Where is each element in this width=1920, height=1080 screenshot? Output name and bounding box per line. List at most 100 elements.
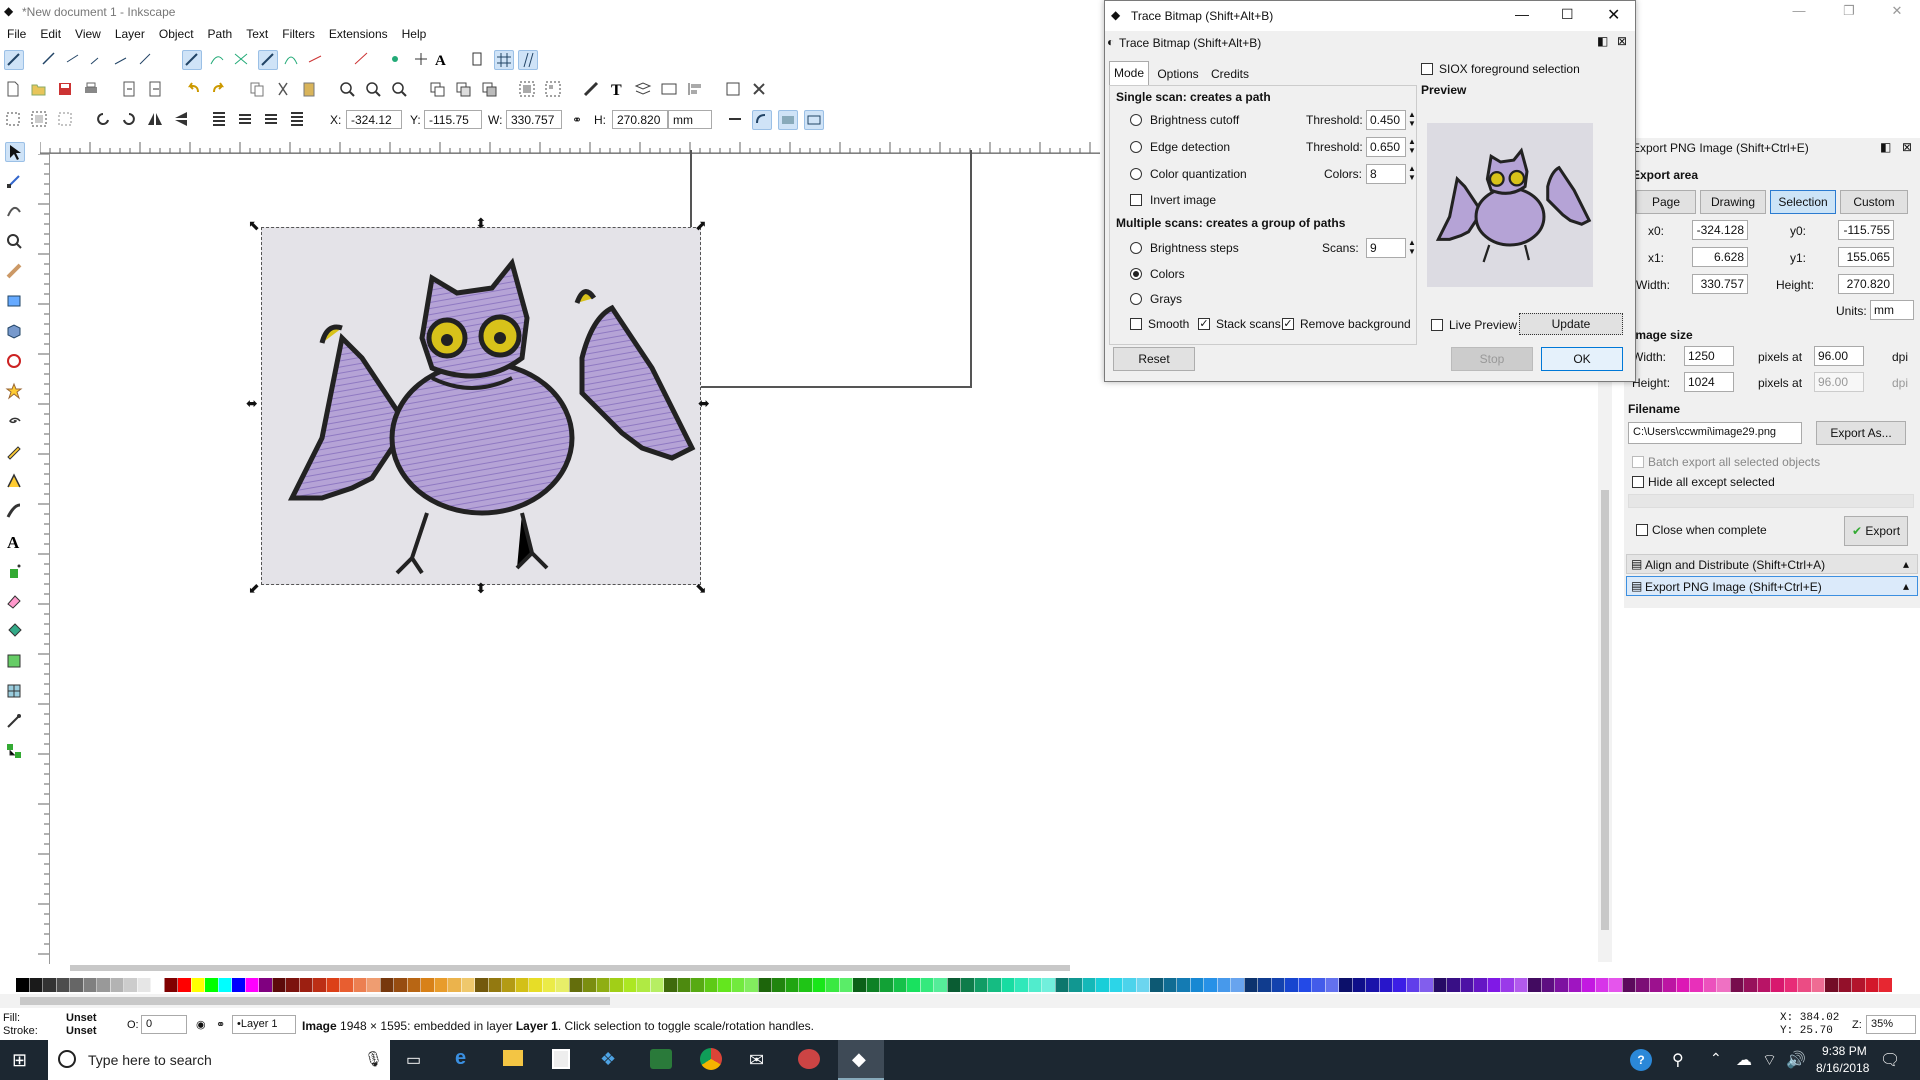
palette-swatch[interactable] — [286, 978, 299, 992]
palette-swatch[interactable] — [1109, 978, 1123, 992]
document-properties-icon[interactable] — [724, 80, 744, 100]
stack-scans-checkbox[interactable]: ✓ — [1198, 318, 1210, 330]
palette-swatch[interactable] — [1258, 978, 1271, 992]
xml-editor-icon[interactable] — [660, 80, 680, 100]
palette-swatch[interactable] — [880, 978, 893, 992]
preferences-icon[interactable] — [750, 80, 770, 100]
palette-swatch[interactable] — [772, 978, 785, 992]
palette-swatch[interactable] — [1460, 978, 1474, 992]
palette-swatch[interactable] — [1177, 978, 1190, 992]
palette-swatch[interactable] — [664, 978, 677, 992]
people-icon[interactable]: ⚲ — [1672, 1050, 1684, 1070]
snap-object-center-icon[interactable] — [352, 50, 372, 70]
palette-swatch[interactable] — [974, 978, 988, 992]
palette-swatch[interactable] — [677, 978, 691, 992]
import-icon[interactable] — [120, 80, 140, 100]
snap-grid-icon[interactable] — [494, 50, 514, 70]
trace-maximize-button[interactable]: ☐ — [1561, 6, 1574, 23]
deselect-icon[interactable] — [56, 110, 76, 130]
export-tab-drawing[interactable]: Drawing — [1700, 190, 1766, 214]
palette-swatch[interactable] — [1217, 978, 1231, 992]
palette-swatch[interactable] — [961, 978, 974, 992]
menu-object[interactable]: Object — [152, 24, 201, 41]
tweak-tool-icon[interactable] — [5, 202, 25, 222]
notifications-icon[interactable]: 🗨 — [1880, 1050, 1900, 1070]
text-font-icon[interactable]: T — [608, 80, 628, 100]
palette-swatch[interactable] — [1204, 978, 1217, 992]
snap-text-baseline-icon[interactable]: A — [432, 50, 452, 70]
colors-field[interactable]: 8 — [1366, 164, 1406, 184]
palette-swatch[interactable] — [407, 978, 421, 992]
scale-handle-sw-icon[interactable]: ⬋ — [248, 580, 260, 597]
calligraphy-tool-icon[interactable] — [5, 502, 25, 522]
trace-panel-close-icon[interactable]: ⊠ — [1617, 34, 1627, 48]
palette-swatch[interactable] — [1190, 978, 1204, 992]
select-all-layers-icon[interactable] — [30, 110, 50, 130]
chrome-icon[interactable] — [700, 1048, 722, 1070]
palette-swatch[interactable] — [1649, 978, 1663, 992]
palette-swatch[interactable] — [718, 978, 731, 992]
palette-swatch[interactable] — [448, 978, 461, 992]
palette-scrollbar[interactable] — [0, 994, 1920, 1008]
palette-swatch[interactable] — [1082, 978, 1096, 992]
snap-smooth-icon[interactable] — [282, 50, 302, 70]
inkscape-taskbar-button[interactable]: ◆ — [838, 1040, 884, 1080]
scale-handle-n-icon[interactable]: ⬍ — [475, 215, 487, 232]
help-icon[interactable]: ? — [1630, 1049, 1652, 1071]
dropbox-icon[interactable]: ❖ — [600, 1049, 616, 1070]
edge-browser-icon[interactable]: e — [455, 1047, 466, 1070]
rotate-cw-icon[interactable] — [120, 110, 140, 130]
palette-swatch[interactable] — [1744, 978, 1757, 992]
unlink-clone-icon[interactable] — [480, 80, 500, 100]
image-width-field[interactable]: 1250 — [1684, 346, 1734, 366]
raise-icon[interactable] — [236, 110, 256, 130]
palette-swatch[interactable] — [515, 978, 529, 992]
scale-handle-w-icon[interactable]: ⬌ — [246, 395, 258, 412]
palette-swatch[interactable] — [475, 978, 488, 992]
scale-stroke-icon[interactable] — [726, 110, 746, 130]
palette-swatch[interactable] — [124, 978, 137, 992]
palette-swatch[interactable] — [542, 978, 556, 992]
threshold-spinner-1[interactable]: ▲ ▼ — [1408, 110, 1416, 128]
palette-swatch[interactable] — [1352, 978, 1366, 992]
move-gradients-icon[interactable] — [778, 110, 798, 130]
remove-background-checkbox[interactable]: ✓ — [1282, 318, 1294, 330]
trace-panel-iconify-icon[interactable]: ◧ — [1597, 34, 1608, 48]
export-as-button[interactable]: Export As... — [1816, 421, 1906, 445]
threshold-field-2[interactable]: 0.650 — [1366, 137, 1406, 157]
onedrive-icon[interactable]: ☁ — [1736, 1050, 1752, 1070]
palette-swatch[interactable] — [1028, 978, 1042, 992]
palette-swatch[interactable] — [272, 978, 286, 992]
clone-icon[interactable] — [454, 80, 474, 100]
grays-radio[interactable] — [1130, 293, 1142, 305]
palette-swatch[interactable] — [610, 978, 623, 992]
snap-nodes-icon[interactable] — [182, 50, 202, 70]
palette-swatch[interactable] — [1568, 978, 1582, 992]
palette-swatch[interactable] — [839, 978, 853, 992]
snap-center-icon[interactable] — [386, 50, 406, 70]
palette-swatch[interactable] — [785, 978, 799, 992]
palette-swatch[interactable] — [461, 978, 475, 992]
palette-swatch[interactable] — [1298, 978, 1312, 992]
scale-handle-se-icon[interactable]: ⬊ — [695, 580, 707, 597]
snap-guide-icon[interactable] — [518, 50, 538, 70]
export-button[interactable]: ✔ Export — [1844, 516, 1908, 546]
palette-swatch[interactable] — [1406, 978, 1420, 992]
menu-help[interactable]: Help — [395, 24, 434, 41]
zoom-page-icon[interactable] — [390, 80, 410, 100]
hide-all-checkbox[interactable] — [1632, 476, 1644, 488]
export-tab-selection[interactable]: Selection — [1770, 190, 1836, 214]
trace-close-button[interactable]: ✕ — [1607, 5, 1620, 25]
ungroup-icon[interactable] — [544, 80, 564, 100]
snap-rotation-icon[interactable] — [412, 50, 432, 70]
palette-swatch[interactable] — [1703, 978, 1717, 992]
invert-image-checkbox[interactable] — [1130, 194, 1142, 206]
palette-swatch[interactable] — [326, 978, 340, 992]
palette-swatch[interactable] — [893, 978, 907, 992]
paste-icon[interactable] — [300, 80, 320, 100]
task-view-icon[interactable]: ▭ — [406, 1050, 421, 1070]
palette-swatch[interactable] — [853, 978, 866, 992]
bat-image[interactable] — [261, 227, 701, 585]
palette-swatch[interactable] — [178, 978, 191, 992]
zoom-tool-icon[interactable] — [5, 232, 25, 252]
